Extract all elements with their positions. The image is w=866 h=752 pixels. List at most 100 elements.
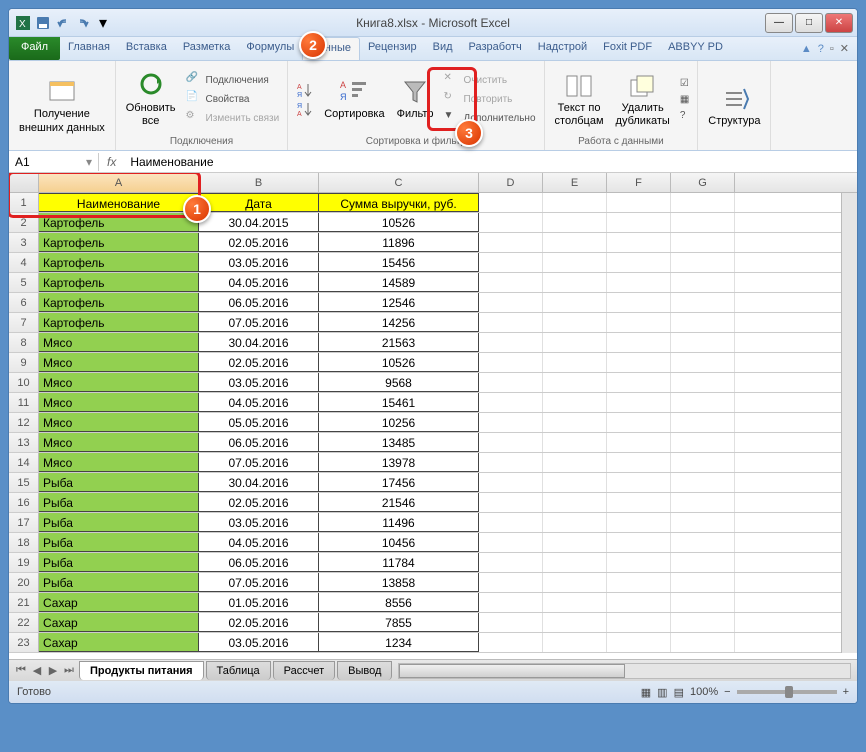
advanced-filter-button[interactable]: ▼Дополнительно	[442, 109, 538, 127]
cell[interactable]: Сумма выручки, руб.	[319, 193, 479, 212]
cell[interactable]	[607, 633, 671, 652]
cell[interactable]	[671, 233, 735, 252]
cell[interactable]	[543, 413, 607, 432]
cell[interactable]: 01.05.2016	[199, 593, 319, 612]
cell[interactable]: 10256	[319, 413, 479, 432]
cell[interactable]: Мясо	[39, 333, 199, 352]
properties-button[interactable]: 📄Свойства	[184, 90, 282, 108]
cell[interactable]: 10526	[319, 213, 479, 232]
col-header-A[interactable]: A	[39, 173, 199, 192]
cell[interactable]: 12546	[319, 293, 479, 312]
cell[interactable]: 9568	[319, 373, 479, 392]
redo-icon[interactable]	[75, 15, 91, 31]
cell[interactable]	[543, 193, 607, 212]
cell[interactable]: 03.05.2016	[199, 373, 319, 392]
zoom-slider[interactable]	[737, 690, 837, 694]
cell[interactable]: Картофель	[39, 313, 199, 332]
reapply-button[interactable]: ↻Повторить	[442, 90, 538, 108]
cell[interactable]: 11496	[319, 513, 479, 532]
zoom-in-button[interactable]: +	[843, 686, 849, 698]
help-icon[interactable]: ?	[818, 43, 824, 55]
cell[interactable]	[479, 193, 543, 212]
zoom-level[interactable]: 100%	[690, 686, 718, 698]
name-box[interactable]: A1▾	[9, 153, 99, 171]
cell[interactable]	[671, 373, 735, 392]
cell[interactable]	[543, 293, 607, 312]
row-header[interactable]: 13	[9, 433, 39, 452]
cell[interactable]	[479, 613, 543, 632]
tab-abbyy[interactable]: ABBYY PD	[660, 37, 731, 60]
cell[interactable]: 02.05.2016	[199, 233, 319, 252]
sheet-nav-last[interactable]: ⏭	[61, 663, 77, 679]
sheet-nav-prev[interactable]: ◀	[29, 663, 45, 679]
tab-insert[interactable]: Вставка	[118, 37, 175, 60]
save-icon[interactable]	[35, 15, 51, 31]
row-header[interactable]: 15	[9, 473, 39, 492]
outline-button[interactable]: Структура	[704, 81, 764, 130]
close-button[interactable]: ✕	[825, 13, 853, 33]
row-header[interactable]: 22	[9, 613, 39, 632]
cell[interactable]: Картофель	[39, 213, 199, 232]
cell[interactable]	[479, 513, 543, 532]
tab-review[interactable]: Рецензир	[360, 37, 425, 60]
cell[interactable]	[671, 553, 735, 572]
cell[interactable]	[479, 533, 543, 552]
formula-input[interactable]: Наименование	[124, 153, 857, 171]
cell[interactable]	[671, 253, 735, 272]
cell[interactable]: 11896	[319, 233, 479, 252]
cell[interactable]	[543, 353, 607, 372]
row-header[interactable]: 17	[9, 513, 39, 532]
row-header[interactable]: 6	[9, 293, 39, 312]
cell[interactable]	[479, 413, 543, 432]
cell[interactable]	[543, 493, 607, 512]
cell[interactable]	[607, 333, 671, 352]
tab-file[interactable]: Файл	[9, 37, 60, 60]
row-header[interactable]: 21	[9, 593, 39, 612]
tab-developer[interactable]: Разработч	[461, 37, 530, 60]
cell[interactable]: 07.05.2016	[199, 453, 319, 472]
cell[interactable]: Мясо	[39, 453, 199, 472]
consolidate-button[interactable]: ▦	[678, 93, 691, 106]
cell[interactable]	[543, 553, 607, 572]
cell[interactable]: 07.05.2016	[199, 313, 319, 332]
maximize-button[interactable]: □	[795, 13, 823, 33]
cell[interactable]	[479, 333, 543, 352]
row-header[interactable]: 2	[9, 213, 39, 232]
row-header[interactable]: 23	[9, 633, 39, 652]
cell[interactable]	[671, 413, 735, 432]
cell[interactable]: 7855	[319, 613, 479, 632]
row-header[interactable]: 14	[9, 453, 39, 472]
cell[interactable]	[479, 213, 543, 232]
cell[interactable]	[479, 373, 543, 392]
cell[interactable]	[671, 513, 735, 532]
cell[interactable]	[607, 393, 671, 412]
cell[interactable]: Рыба	[39, 473, 199, 492]
col-header-C[interactable]: C	[319, 173, 479, 192]
cell[interactable]	[671, 573, 735, 592]
cell[interactable]	[543, 573, 607, 592]
cell[interactable]	[479, 253, 543, 272]
row-header[interactable]: 16	[9, 493, 39, 512]
col-header-E[interactable]: E	[543, 173, 607, 192]
cell[interactable]	[671, 593, 735, 612]
cell[interactable]: 13978	[319, 453, 479, 472]
cell[interactable]: Картофель	[39, 293, 199, 312]
tab-formulas[interactable]: Формулы	[238, 37, 302, 60]
col-header-G[interactable]: G	[671, 173, 735, 192]
col-header-F[interactable]: F	[607, 173, 671, 192]
cell[interactable]	[671, 433, 735, 452]
cell[interactable]: 13485	[319, 433, 479, 452]
cell[interactable]: 10526	[319, 353, 479, 372]
cell[interactable]: Мясо	[39, 353, 199, 372]
row-header[interactable]: 18	[9, 533, 39, 552]
tab-home[interactable]: Главная	[60, 37, 118, 60]
cell[interactable]	[671, 333, 735, 352]
cell[interactable]	[671, 493, 735, 512]
cell[interactable]	[543, 333, 607, 352]
tab-addins[interactable]: Надстрой	[530, 37, 595, 60]
cell[interactable]: 02.05.2016	[199, 613, 319, 632]
cell[interactable]	[479, 553, 543, 572]
scroll-thumb[interactable]	[399, 664, 624, 678]
row-header[interactable]: 11	[9, 393, 39, 412]
cell[interactable]: Сахар	[39, 613, 199, 632]
